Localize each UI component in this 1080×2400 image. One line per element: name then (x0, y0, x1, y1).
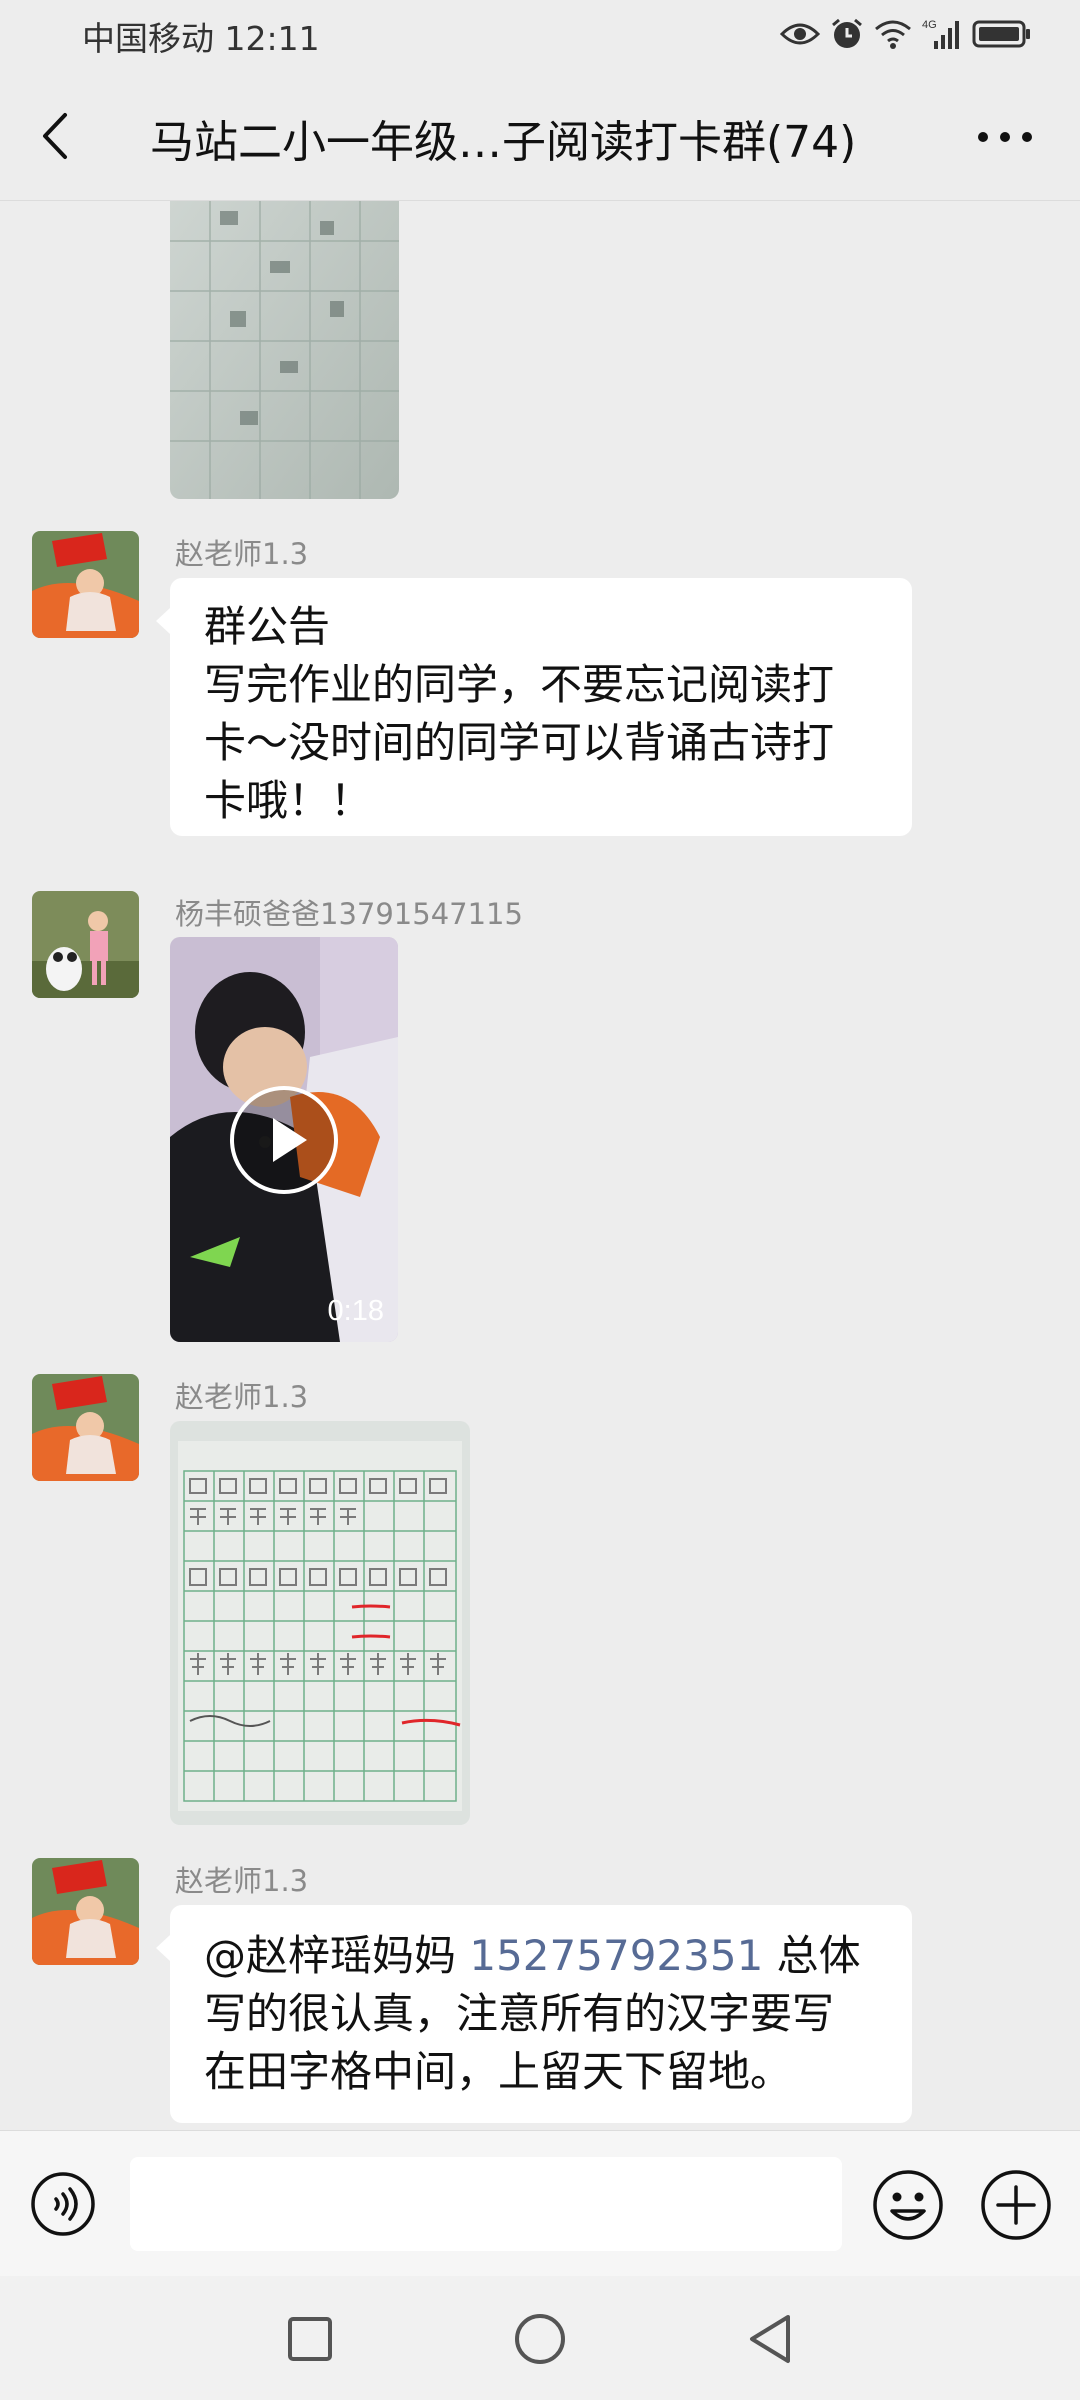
network-label: 4G (922, 19, 937, 31)
chat-header: 马站二小一年级…子阅读打卡群(74) (0, 72, 1080, 201)
emoji-icon[interactable] (872, 2169, 944, 2241)
video-message[interactable]: 0:18 (170, 937, 398, 1342)
avatar-image (32, 531, 139, 638)
voice-icon[interactable] (30, 2171, 96, 2237)
play-icon[interactable] (229, 1085, 339, 1195)
avatar-image (32, 1374, 139, 1481)
text-line: 卡～没时间的同学可以背诵古诗打 (204, 718, 835, 767)
message-text: 群公告 写完作业的同学，不要忘记阅读打 卡～没时间的同学可以背诵古诗打 卡哦！！ (204, 598, 878, 830)
carrier-time: 中国移动 12:11 (82, 19, 320, 58)
status-bar: 中国移动 12:11 4G (0, 0, 1080, 72)
avatar[interactable] (32, 1858, 139, 1965)
signal-4g-icon: 4G (922, 17, 962, 55)
square-icon (288, 2317, 332, 2361)
sender-name: 赵老师1.3 (175, 1864, 309, 1898)
mention[interactable]: @赵梓瑶妈妈 (204, 1931, 469, 1980)
back-nav-button[interactable] (735, 2304, 805, 2374)
home-button[interactable] (505, 2304, 575, 2374)
text-line: 写完作业的同学，不要忘记阅读打 (204, 660, 835, 709)
avatar-image (32, 891, 139, 998)
chat-title: 马站二小一年级…子阅读打卡群(74) (150, 117, 857, 168)
text-line: 在田字格中间，上留天下留地。 (204, 2047, 793, 2096)
text-line: 群公告 (204, 602, 331, 651)
avatar[interactable] (32, 1374, 139, 1481)
worksheet-photo (170, 201, 399, 499)
handwriting-sheet-photo (170, 1421, 470, 1825)
avatar-image (32, 1858, 139, 1965)
more-dots-icon (978, 132, 1032, 142)
text-line: 卡哦！！ (204, 776, 373, 825)
chevron-left-icon (43, 113, 67, 159)
more-button[interactable] (970, 112, 1040, 162)
circle-icon (515, 2314, 565, 2364)
sender-name: 杨丰硕爸爸13791547115 (175, 897, 523, 931)
image-message[interactable] (170, 1421, 470, 1825)
sender-name: 赵老师1.3 (175, 1380, 309, 1414)
plus-icon[interactable] (980, 2169, 1052, 2241)
triangle-back-icon (750, 2315, 790, 2363)
text-line: 写的很认真，注意所有的汉字要写 (204, 1989, 835, 2038)
chat-list[interactable]: 赵老师1.3 群公告 写完作业的同学，不要忘记阅读打 卡～没时间的同学可以背诵古… (0, 201, 1080, 2129)
text-fragment: 总体 (763, 1931, 861, 1980)
sender-name: 赵老师1.3 (175, 537, 309, 571)
recents-button[interactable] (275, 2304, 345, 2374)
video-duration: 0:18 (327, 1295, 384, 1327)
message-input[interactable] (130, 2157, 842, 2251)
phone-link[interactable]: 15275792351 (469, 1931, 763, 1980)
message-bubble[interactable]: 群公告 写完作业的同学，不要忘记阅读打 卡～没时间的同学可以背诵古诗打 卡哦！！ (156, 578, 912, 836)
input-bar (0, 2130, 1080, 2277)
avatar[interactable] (32, 531, 139, 638)
system-nav-bar (0, 2276, 1080, 2400)
message-text: @赵梓瑶妈妈 15275792351 总体 写的很认真，注意所有的汉字要写 在田… (204, 1927, 878, 2101)
image-message[interactable] (170, 201, 399, 499)
wifi-icon (874, 19, 912, 53)
alarm-icon (830, 17, 864, 55)
avatar[interactable] (32, 891, 139, 998)
back-button[interactable] (30, 106, 78, 166)
text-line: @赵梓瑶妈妈 15275792351 总体 (204, 1927, 878, 1985)
eye-icon (779, 20, 821, 52)
battery-icon (972, 19, 1032, 53)
status-icons: 4G (779, 16, 1032, 56)
message-bubble[interactable]: @赵梓瑶妈妈 15275792351 总体 写的很认真，注意所有的汉字要写 在田… (156, 1905, 912, 2123)
